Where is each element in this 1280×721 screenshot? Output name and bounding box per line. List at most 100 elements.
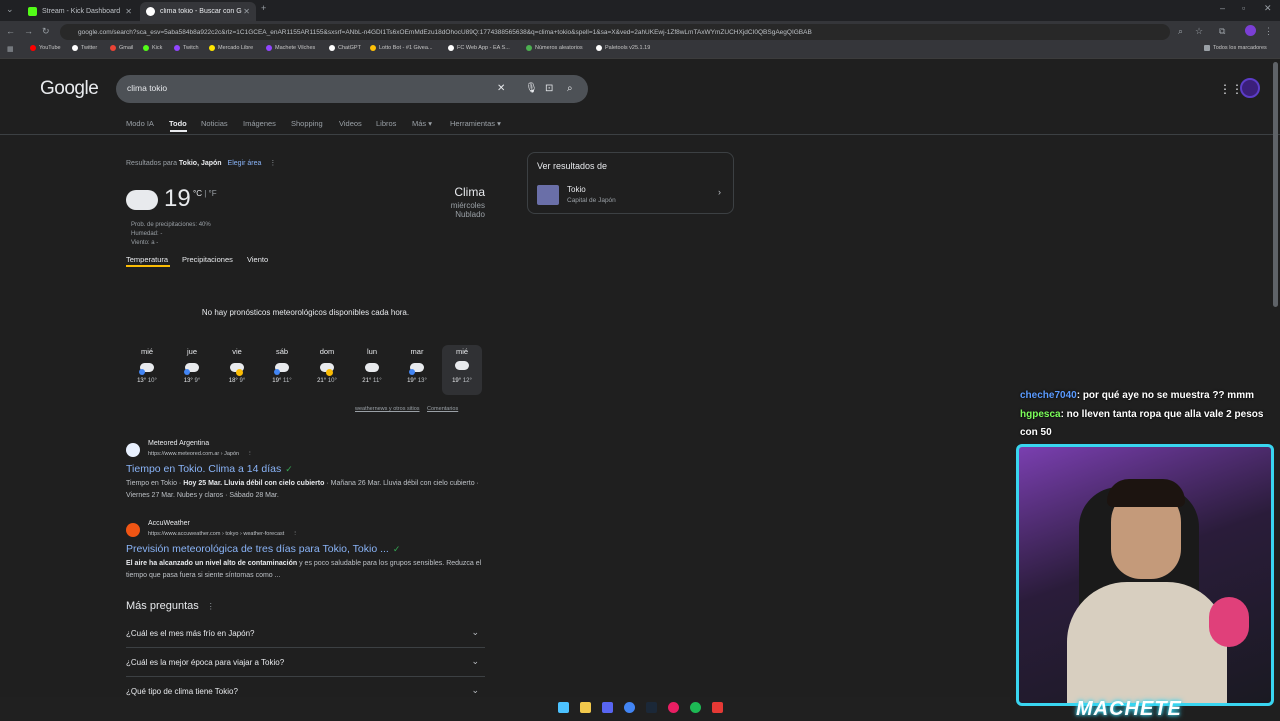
- bookmark-chatgpt[interactable]: ChatGPT: [329, 45, 361, 51]
- apps-icon[interactable]: ▦: [7, 45, 14, 53]
- more-options-icon[interactable]: ⋮: [207, 602, 215, 611]
- panel-heading: Ver resultados de: [537, 161, 608, 171]
- google-logo[interactable]: Google: [40, 78, 99, 100]
- cloud-icon: [365, 363, 379, 372]
- tab-noticias[interactable]: Noticias: [201, 119, 228, 128]
- unit-fahrenheit: °F: [208, 189, 217, 198]
- tab-todo[interactable]: Todo: [169, 119, 187, 128]
- tab-libros[interactable]: Libros: [376, 119, 396, 128]
- more-options-icon[interactable]: ⋮: [269, 160, 276, 167]
- tab-herramientas[interactable]: Herramientas ▾: [450, 119, 501, 128]
- app-icon[interactable]: [668, 702, 679, 713]
- faq-question[interactable]: ¿Cuál es la mejor época para viajar a To…: [126, 648, 485, 677]
- chevron-down-icon: ⌄: [471, 656, 479, 666]
- bookmark-youtube[interactable]: YouTube: [30, 45, 61, 51]
- tab-search-icon[interactable]: ⌄: [6, 4, 14, 15]
- steam-icon[interactable]: [646, 702, 657, 713]
- scrollbar-thumb[interactable]: [1273, 62, 1278, 307]
- forecast-day[interactable]: lun 21° 11°: [357, 347, 387, 384]
- faq-question[interactable]: ¿Cuál es el mes más frío en Japón? ⌄: [126, 619, 485, 648]
- bookmark-lotto-bot[interactable]: Lotto Bot - #1 Givea...: [370, 45, 433, 51]
- lens-icon[interactable]: ⊡: [545, 83, 553, 94]
- google-icon: [146, 7, 155, 16]
- extensions-icon[interactable]: ⧉: [1219, 26, 1225, 37]
- tab-precipitaciones[interactable]: Precipitaciones: [182, 255, 233, 264]
- tab-imagenes[interactable]: Imágenes: [243, 119, 276, 128]
- tab-mas[interactable]: Más ▾: [412, 119, 432, 128]
- bookmark-star-icon[interactable]: ☆: [1195, 26, 1203, 37]
- bookmark-twitch[interactable]: Twitch: [174, 45, 199, 51]
- sun-icon: [236, 369, 243, 376]
- webcam-frame: [1016, 444, 1274, 706]
- tab-temperatura[interactable]: Temperatura: [126, 255, 168, 264]
- account-avatar[interactable]: [1240, 78, 1260, 98]
- close-tab-icon[interactable]: ✕: [125, 7, 132, 16]
- zoom-icon[interactable]: ⌕: [1178, 26, 1183, 37]
- see-results-panel: Ver resultados de Tokio Capital de Japón…: [527, 152, 734, 214]
- discord-icon[interactable]: [602, 702, 613, 713]
- forecast-day[interactable]: mié 13° 10°: [132, 347, 162, 384]
- active-tab-indicator: [170, 130, 187, 132]
- source-link[interactable]: weathernews y otros sitios: [355, 406, 420, 412]
- bookmark-numeros[interactable]: Números aleatorios: [526, 45, 583, 51]
- search-input[interactable]: clima tokio: [127, 83, 167, 93]
- tab-viento[interactable]: Viento: [247, 255, 268, 264]
- clear-icon[interactable]: ✕: [497, 83, 505, 94]
- search-icon[interactable]: ⌕: [567, 83, 573, 94]
- forecast-day-selected[interactable]: mié 19° 12°: [442, 345, 482, 395]
- bookmark-gmail[interactable]: Gmail: [110, 45, 133, 51]
- bookmark-fc-web-app[interactable]: FC Web App - EA S...: [448, 45, 510, 51]
- file-explorer-icon[interactable]: [580, 702, 591, 713]
- bookmark-paletools[interactable]: Paletools v25.1.19: [596, 45, 650, 51]
- forecast-day[interactable]: vie 18° 9°: [222, 347, 252, 384]
- profile-avatar[interactable]: [1245, 25, 1256, 36]
- forward-icon[interactable]: →: [24, 26, 33, 36]
- menu-icon[interactable]: ⋮: [1264, 26, 1273, 37]
- forecast-day[interactable]: mar 19° 13°: [402, 347, 432, 384]
- maximize-icon[interactable]: ▫: [1242, 3, 1245, 13]
- new-tab-icon[interactable]: +: [261, 3, 266, 13]
- choose-area-link[interactable]: Elegir área: [228, 160, 262, 167]
- all-bookmarks[interactable]: Todos los marcadores: [1204, 45, 1267, 51]
- tab-modo-ia[interactable]: Modo IA: [126, 119, 154, 128]
- bookmark-kick[interactable]: Kick: [143, 45, 162, 51]
- forecast-day[interactable]: sáb 19° 11°: [267, 347, 297, 384]
- no-hourly-message: No hay pronósticos meteorológicos dispon…: [201, 308, 410, 317]
- header-divider: [0, 134, 1280, 135]
- result-menu-icon[interactable]: ⋮: [292, 531, 298, 537]
- entity-name[interactable]: Tokio: [567, 185, 586, 194]
- rain-icon: [409, 369, 415, 375]
- tab-google[interactable]: clima tokio - Buscar con Google ✕: [140, 2, 256, 21]
- chevron-right-icon[interactable]: ›: [718, 187, 721, 197]
- start-icon[interactable]: [558, 702, 569, 713]
- tab-bar: ⌄ Stream - Kick Dashboard ✕ clima tokio …: [0, 0, 1280, 21]
- forecast-day[interactable]: jue 13° 9°: [177, 347, 207, 384]
- result-title[interactable]: Tiempo en Tokio. Clima a 14 días ✓: [126, 463, 293, 475]
- back-icon[interactable]: ←: [6, 26, 15, 36]
- bookmark-mercado-libre[interactable]: Mercado Libre: [209, 45, 253, 51]
- address-bar[interactable]: google.com/search?sca_esv=5aba584b8a922c…: [60, 24, 1170, 40]
- close-window-icon[interactable]: ✕: [1264, 3, 1272, 14]
- reload-icon[interactable]: ↻: [42, 26, 50, 37]
- tab-videos[interactable]: Videos: [339, 119, 362, 128]
- result-url: https://www.accuweather.com › tokyo › we…: [148, 531, 298, 537]
- chrome-icon[interactable]: [624, 702, 635, 713]
- bookmark-twitter[interactable]: Twitter: [72, 45, 97, 51]
- feedback-link[interactable]: Comentarios: [427, 406, 458, 412]
- result-snippet: El aire ha alcanzado un nivel alto de co…: [126, 560, 482, 579]
- chat-message: cheche7040: por qué aye no se muestra ??…: [1020, 390, 1254, 401]
- tab-shopping[interactable]: Shopping: [291, 119, 323, 128]
- forecast-day[interactable]: dom 21° 10°: [312, 347, 342, 384]
- result-title[interactable]: Previsión meteorológica de tres días par…: [126, 543, 400, 555]
- close-tab-icon[interactable]: ✕: [243, 7, 250, 16]
- bookmark-machete[interactable]: Machete Vilches: [266, 45, 315, 51]
- app-icon[interactable]: [712, 702, 723, 713]
- search-box[interactable]: clima tokio ✕ 🎙 ⊡ ⌕: [116, 75, 588, 103]
- rain-icon: [184, 369, 190, 375]
- unit-toggle[interactable]: °C | °F: [193, 189, 217, 198]
- tab-kick[interactable]: Stream - Kick Dashboard ✕: [22, 2, 138, 21]
- mic-icon[interactable]: 🎙: [525, 83, 538, 94]
- spotify-icon[interactable]: [690, 702, 701, 713]
- result-menu-icon[interactable]: ⋮: [247, 451, 253, 457]
- minimize-icon[interactable]: –: [1220, 3, 1225, 13]
